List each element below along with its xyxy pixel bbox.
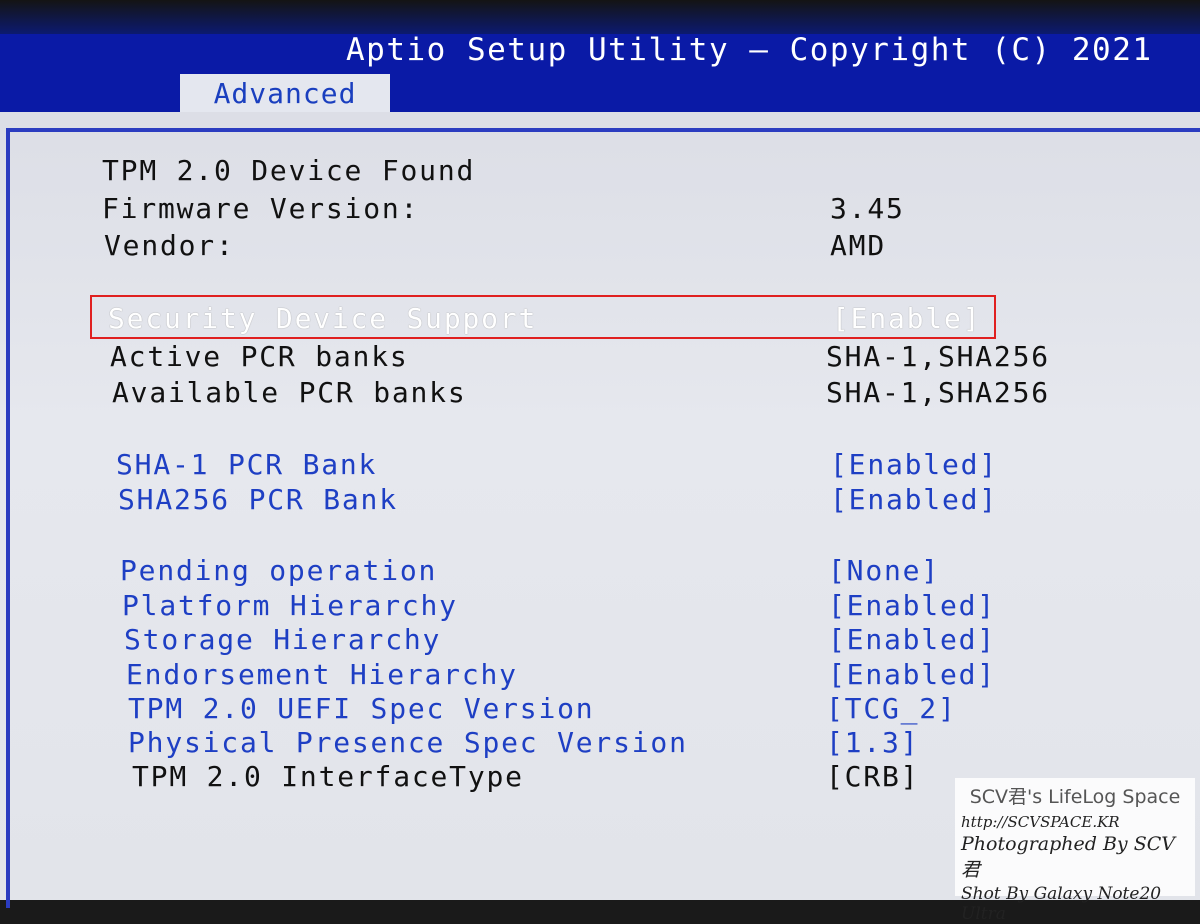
option-label: Platform Hierarchy [122,589,458,622]
page-title: Aptio Setup Utility – Copyright (C) 2021 [346,32,1153,68]
info-value: AMD [830,229,886,262]
watermark-url: http://SCVSPACE.KR [961,813,1120,831]
info-label: TPM 2.0 Device Found [102,154,476,187]
option-label: Security Device Support [108,302,538,335]
info-value: [CRB] [826,760,920,793]
watermark-photographer: Photographed By SCV君 [961,833,1175,881]
option-value: [Enabled] [828,658,996,691]
info-value: SHA-1,SHA256 [826,340,1050,373]
option-label: SHA-1 PCR Bank [116,448,378,481]
info-value: SHA-1,SHA256 [826,376,1050,409]
info-label: Available PCR banks [112,376,467,409]
monitor-bezel [0,0,1200,34]
info-label: Active PCR banks [110,340,409,373]
option-value: [TCG_2] [826,692,957,725]
option-value: [None] [828,554,940,587]
option-label: Physical Presence Spec Version [128,726,688,759]
option-value: [Enable] [832,302,982,335]
option-value: [1.3] [826,726,920,759]
option-value: [Enabled] [830,483,998,516]
option-value: [Enabled] [828,589,996,622]
option-label: Endorsement Hierarchy [126,658,518,691]
tab-advanced[interactable]: Advanced [180,74,390,112]
option-value: [Enabled] [828,623,996,656]
option-label: Pending operation [120,554,438,587]
watermark-device: Shot By Galaxy Note20 Ultra [961,884,1162,924]
option-label: TPM 2.0 UEFI Spec Version [128,692,595,725]
watermark-title: SCV君's LifeLog Space [969,786,1181,808]
photo-watermark: SCV君's LifeLog Space http://SCVSPACE.KR … [955,778,1195,924]
option-value: [Enabled] [830,448,998,481]
info-label: Vendor: [104,229,235,262]
info-value: 3.45 [830,192,905,225]
option-label: Storage Hierarchy [124,623,442,656]
info-label: Firmware Version: [102,192,420,225]
option-label: SHA256 PCR Bank [118,483,398,516]
info-label: TPM 2.0 InterfaceType [132,760,524,793]
